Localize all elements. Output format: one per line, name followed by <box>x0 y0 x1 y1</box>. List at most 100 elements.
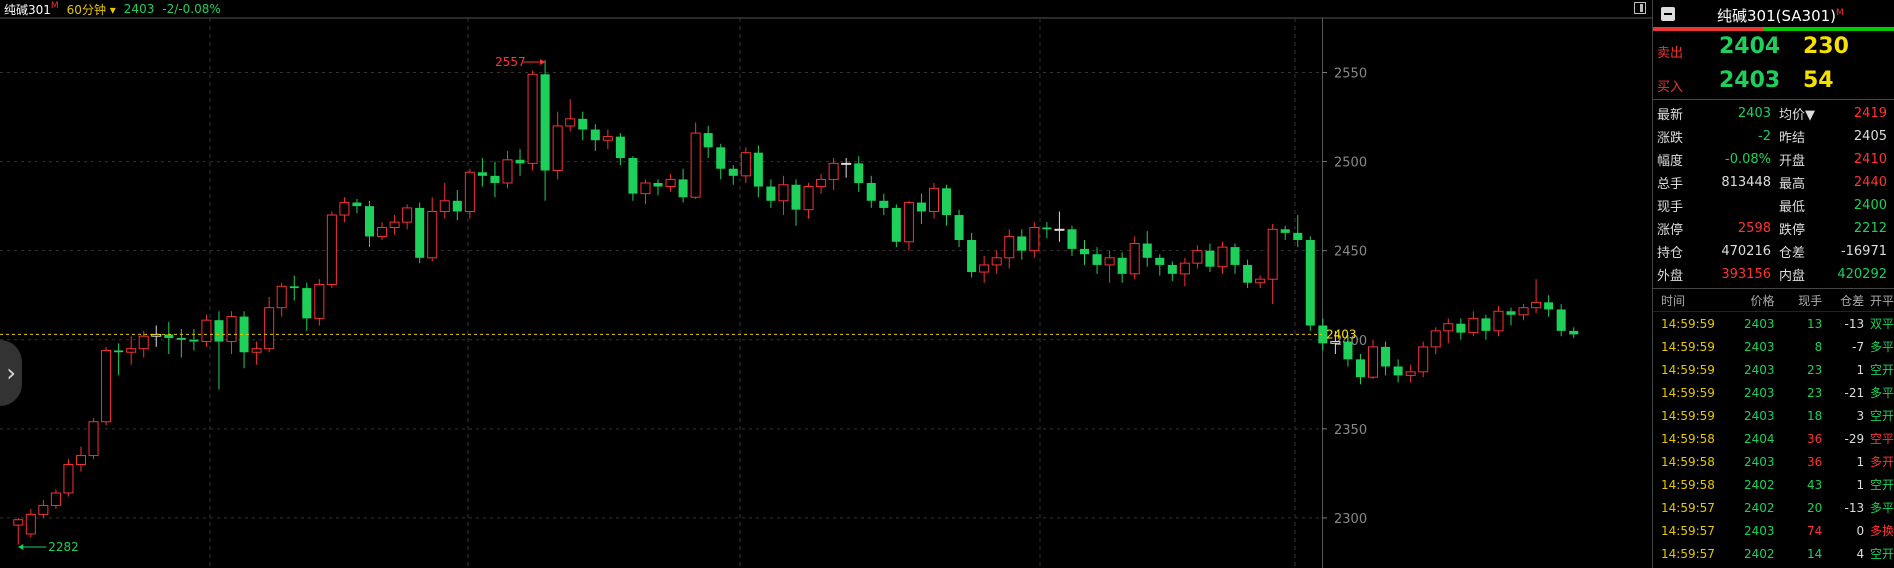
tick-price: 2403 <box>1743 316 1775 331</box>
stat-label: 现手 <box>1657 200 1684 215</box>
toggle-panel-icon[interactable] <box>1634 2 1646 14</box>
stat-value: 420292 <box>1837 267 1887 282</box>
collapse-icon[interactable] <box>1661 7 1675 21</box>
stats-row: 持仓 470216 仓差 -16971 <box>1653 240 1894 263</box>
candle-body <box>1355 359 1365 378</box>
candle-body <box>1104 257 1115 266</box>
candle-body <box>189 339 199 342</box>
candle-body <box>464 171 475 212</box>
tick-row: 14:59:59 2403 8 -7 多平 <box>1653 335 1894 358</box>
stat-label: 最新 <box>1657 108 1684 123</box>
candle-body <box>13 519 24 526</box>
buy-quote[interactable]: 买入 2403 54 <box>1653 65 1894 99</box>
stat-value: 2403 <box>1737 106 1771 121</box>
candle-body <box>753 152 763 187</box>
candle-body <box>226 316 237 343</box>
candle-body <box>490 175 500 183</box>
candle-body <box>979 264 990 273</box>
period-selector[interactable]: 60分钟 ▾ <box>67 1 116 18</box>
candle-body <box>1017 236 1027 251</box>
candle-body <box>25 513 36 535</box>
tick-row: 14:59:57 2402 14 4 空开 <box>1653 542 1894 565</box>
tick-vol: 8 <box>1814 339 1823 354</box>
tick-type: 多平 <box>1870 386 1894 400</box>
tick-type: 多开 <box>1870 455 1894 469</box>
ticks-column-header: 现手 <box>1798 293 1823 308</box>
tick-vol: 13 <box>1807 316 1823 331</box>
candle-body <box>1293 232 1303 240</box>
candle-body <box>1054 228 1065 231</box>
candle-body <box>816 178 827 188</box>
tick-type: 空开 <box>1870 363 1894 377</box>
candle-body <box>903 202 914 243</box>
candle-body <box>1368 346 1379 378</box>
stat-value: -0.08% <box>1725 152 1771 167</box>
stats-row: 最新 2403 均价▼ 2419 <box>1653 102 1894 125</box>
tick-row: 14:59:58 2404 36 -29 空平 <box>1653 427 1894 450</box>
candle-body <box>352 202 362 207</box>
kline-chart-area[interactable]: 2300 2350 2400 2450 2500 2550 2403 2557 2282 纯碱3… <box>0 0 1652 568</box>
candle-body <box>640 182 651 195</box>
tick-price: 2403 <box>1743 454 1775 469</box>
tick-oi: 0 <box>1856 523 1865 538</box>
candle-body <box>740 152 751 177</box>
stat-value: 2410 <box>1853 152 1887 167</box>
tick-row: 14:59:59 2403 13 -13 双平 <box>1653 312 1894 335</box>
candle-body <box>126 348 137 353</box>
candle-body <box>1004 235 1015 259</box>
candle-body <box>578 118 588 130</box>
candle-body <box>552 125 563 172</box>
y-tick-label: 2300 <box>1334 512 1367 527</box>
ticks-column-header: 价格 <box>1750 293 1775 308</box>
candle-body <box>515 159 525 164</box>
tick-type: 空开 <box>1870 478 1894 492</box>
tick-time: 14:59:59 <box>1661 408 1715 423</box>
candle-body <box>1243 264 1253 283</box>
tick-vol: 23 <box>1807 362 1823 377</box>
stat-value: 2440 <box>1853 175 1887 190</box>
tick-row: 14:59:59 2403 18 3 空开 <box>1653 404 1894 427</box>
candle-body <box>364 206 375 237</box>
stat-label: 跌停 <box>1779 223 1806 238</box>
candle-body <box>1393 366 1403 376</box>
tick-time: 14:59:57 <box>1661 500 1715 515</box>
chart-symbol[interactable]: 纯碱301M <box>4 1 59 18</box>
candle-body <box>1443 323 1454 332</box>
stat-value: 393156 <box>1721 267 1771 282</box>
candle-body <box>1405 371 1416 376</box>
candle-body <box>854 163 864 183</box>
candle-body <box>1205 250 1215 267</box>
candle-body <box>678 179 688 198</box>
tick-vol: 23 <box>1807 385 1823 400</box>
candle-body <box>728 168 738 176</box>
stat-value: 2598 <box>1737 221 1771 236</box>
candle-body <box>176 337 186 340</box>
tick-row: 14:59:57 2403 74 0 多换 <box>1653 519 1894 542</box>
tick-vol: 36 <box>1807 454 1823 469</box>
candle-body <box>590 129 600 141</box>
chevron-right-icon: › <box>6 359 16 387</box>
tick-row: 14:59:58 2403 36 1 多开 <box>1653 450 1894 473</box>
stat-label: 最高 <box>1779 177 1806 192</box>
candle-body <box>1418 346 1429 373</box>
stat-label: 总手 <box>1657 177 1684 192</box>
candle-body <box>1493 310 1504 332</box>
candle-body <box>326 214 337 286</box>
tick-price: 2403 <box>1743 523 1775 538</box>
candle-body <box>942 188 952 216</box>
candle-body <box>991 257 1002 266</box>
candlestick-chart[interactable]: 230023502400245025002550240325572282 <box>0 0 1652 568</box>
sell-quote[interactable]: 卖出 2404 230 <box>1653 31 1894 65</box>
tick-price: 2403 <box>1743 385 1775 400</box>
stats-row: 幅度 -0.08% 开盘 2410 <box>1653 148 1894 171</box>
tick-oi: -13 <box>1844 500 1865 515</box>
candle-body <box>778 184 789 202</box>
buy-price: 2403 <box>1719 68 1781 93</box>
candle-body <box>214 320 224 342</box>
candle-body <box>427 210 438 259</box>
stat-value: 2400 <box>1853 198 1887 213</box>
candle-body <box>1255 278 1266 284</box>
candle-body <box>1117 257 1127 274</box>
stat-value: -2 <box>1758 129 1771 144</box>
candle-body <box>690 132 701 198</box>
